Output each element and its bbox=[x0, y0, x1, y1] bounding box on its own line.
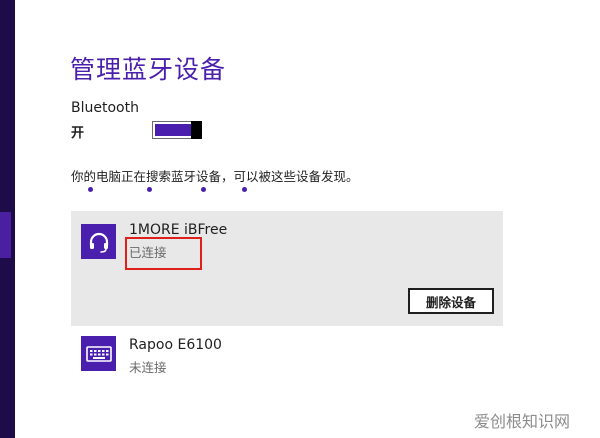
bluetooth-toggle[interactable] bbox=[152, 121, 202, 139]
device-name: Rapoo E6100 bbox=[129, 337, 222, 353]
device-name: 1MORE iBFree bbox=[129, 222, 228, 238]
left-edge-strip bbox=[0, 0, 15, 438]
device-item-rapoo[interactable]: Rapoo E6100 未连接 bbox=[71, 332, 503, 378]
device-item-1more[interactable]: 1MORE iBFree 已连接 删除设备 bbox=[71, 211, 503, 326]
progress-dot bbox=[147, 187, 152, 192]
device-status: 未连接 bbox=[129, 360, 167, 375]
toggle-fill bbox=[155, 124, 191, 136]
search-status-message: 你的电脑正在搜索蓝牙设备，可以被这些设备发现。 bbox=[71, 169, 359, 184]
page-title: 管理蓝牙设备 bbox=[70, 55, 227, 84]
toggle-thumb[interactable] bbox=[191, 121, 202, 139]
bluetooth-state-text: 开 bbox=[71, 126, 85, 141]
bluetooth-label: Bluetooth bbox=[71, 100, 139, 116]
progress-dot bbox=[201, 187, 206, 192]
remove-device-button[interactable]: 删除设备 bbox=[408, 288, 494, 314]
left-edge-accent bbox=[0, 212, 11, 258]
watermark: 爱创根知识网 bbox=[473, 412, 570, 431]
keyboard-icon bbox=[81, 336, 116, 371]
progress-dot bbox=[88, 187, 93, 192]
headset-icon bbox=[81, 224, 116, 259]
progress-dot bbox=[242, 187, 247, 192]
highlight-annotation bbox=[125, 237, 202, 270]
